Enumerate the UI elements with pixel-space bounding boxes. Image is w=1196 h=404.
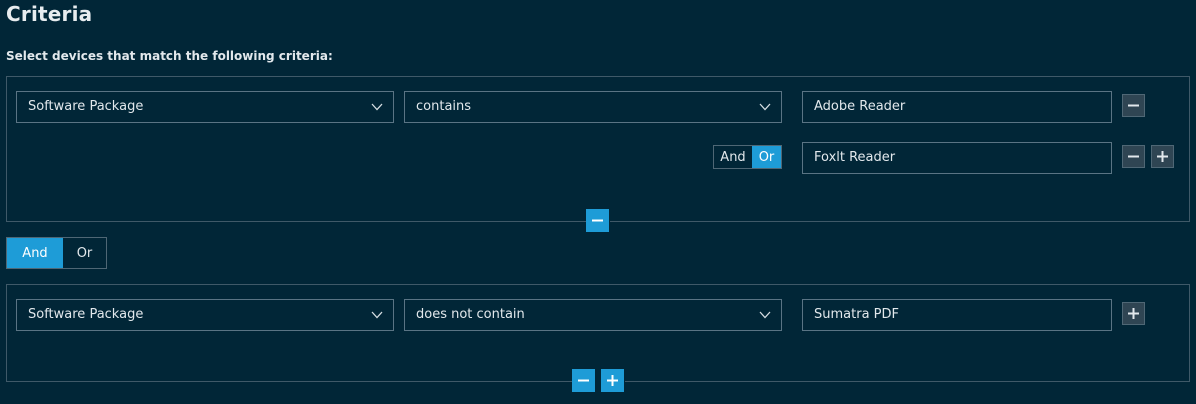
group-join-toggle: And Or [6, 237, 107, 269]
minus-icon [592, 219, 603, 222]
group-1-value-join-toggle: And Or [713, 145, 782, 169]
group-2-operator-select[interactable]: does not contain [404, 299, 782, 331]
group-2-field-value: Software Package [28, 307, 144, 322]
criteria-instructions: Select devices that match the following … [6, 49, 333, 63]
plus-icon [1128, 308, 1139, 319]
remove-value-button[interactable] [1122, 94, 1145, 117]
chevron-down-icon [759, 92, 771, 122]
group-1-bottom-border [6, 221, 586, 222]
group-join-and-option[interactable]: And [7, 238, 63, 268]
minus-icon [1128, 155, 1139, 158]
add-value-button[interactable] [1151, 145, 1174, 168]
remove-group-button[interactable] [572, 369, 595, 392]
group-1-value-text-2: Foxlt Reader [814, 150, 896, 165]
group-join-or-option[interactable]: Or [63, 238, 106, 268]
remove-group-button[interactable] [586, 209, 609, 232]
group-1-field-value: Software Package [28, 99, 144, 114]
add-value-button[interactable] [1122, 302, 1145, 325]
group-1-value-input-1[interactable]: Adobe Reader [802, 91, 1112, 123]
value-join-or-option[interactable]: Or [752, 146, 781, 168]
chevron-down-icon [371, 92, 383, 122]
group-2-field-select[interactable]: Software Package [16, 299, 394, 331]
page-title: Criteria [6, 2, 93, 26]
value-join-and-option[interactable]: And [714, 146, 752, 168]
group-1-field-select[interactable]: Software Package [16, 91, 394, 123]
group-1-bottom-border [610, 221, 1190, 222]
chevron-down-icon [371, 300, 383, 330]
remove-value-button[interactable] [1122, 145, 1145, 168]
plus-icon [1157, 151, 1168, 162]
group-2-bottom-border [625, 381, 1190, 382]
group-2-operator-value: does not contain [416, 307, 525, 322]
plus-icon [607, 375, 618, 386]
group-1-value-text-1: Adobe Reader [814, 99, 906, 114]
group-1-operator-select[interactable]: contains [404, 91, 782, 123]
add-group-button[interactable] [601, 369, 624, 392]
group-2-value-text-1: Sumatra PDF [814, 307, 899, 322]
group-2-value-input-1[interactable]: Sumatra PDF [802, 299, 1112, 331]
minus-icon [578, 379, 589, 382]
minus-icon [1128, 104, 1139, 107]
chevron-down-icon [759, 300, 771, 330]
group-1-operator-value: contains [416, 99, 472, 114]
group-2-bottom-border [6, 381, 572, 382]
group-1-value-input-2[interactable]: Foxlt Reader [802, 142, 1112, 174]
